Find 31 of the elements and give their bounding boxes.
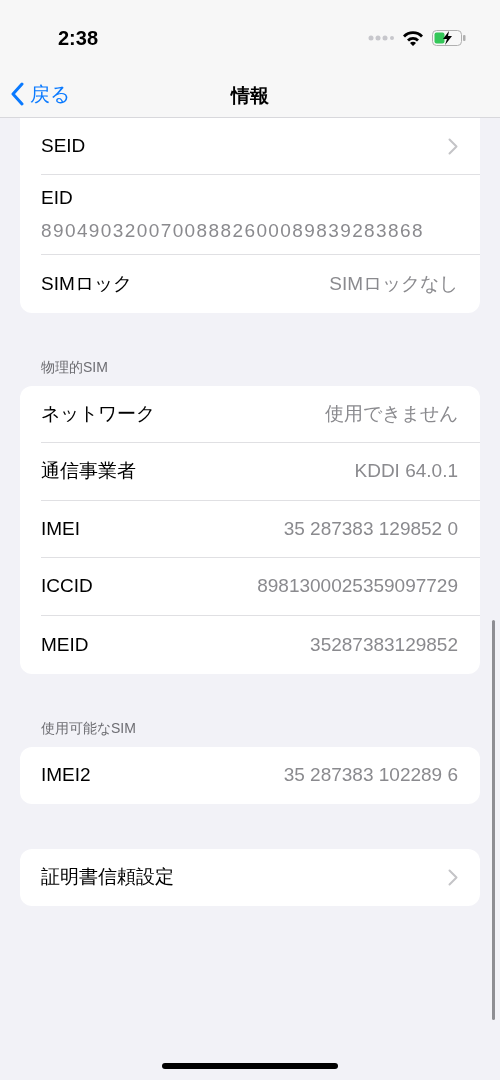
row-label: 証明書信頼設定 bbox=[41, 865, 174, 890]
row-value: 89049032007008882600089839283868 bbox=[41, 218, 425, 243]
row-value: KDDI 64.0.1 bbox=[354, 459, 458, 484]
section-header: 物理的SIM bbox=[40, 357, 109, 377]
row-label: IMEI bbox=[41, 516, 81, 541]
row-value: 35 287383 102289 6 bbox=[283, 763, 458, 788]
row-value: SIMロックなし bbox=[329, 271, 458, 296]
row-label: 通信事業者 bbox=[41, 459, 136, 484]
row-value: 35 287383 129852 0 bbox=[283, 516, 458, 541]
chevron-right-icon bbox=[448, 137, 458, 155]
row-label: ネットワーク bbox=[41, 401, 155, 426]
back-chevron-icon bbox=[10, 82, 24, 106]
row-label: IMEI2 bbox=[41, 763, 91, 788]
section-header: 使用可能なSIM bbox=[40, 718, 137, 738]
list-row[interactable]: SEID bbox=[41, 118, 480, 175]
row-value: 使用できません bbox=[325, 401, 458, 426]
back-button[interactable]: 戻る bbox=[10, 79, 70, 109]
row-value: 8981300025359097729 bbox=[257, 574, 458, 599]
list-row[interactable]: 証明書信頼設定 bbox=[41, 849, 480, 907]
nav-title: 情報 bbox=[231, 83, 269, 108]
row-label: SIMロック bbox=[41, 271, 132, 296]
row-label: MEID bbox=[41, 632, 89, 657]
battery-charging-icon bbox=[432, 29, 466, 46]
signal-icon bbox=[368, 34, 394, 41]
chevron-right-icon bbox=[448, 869, 458, 887]
wifi-icon bbox=[402, 29, 424, 46]
status-time: 2:38 bbox=[58, 25, 99, 51]
row-label: SEID bbox=[41, 133, 86, 158]
row-value: 35287383129852 bbox=[310, 632, 458, 657]
row-label: EID bbox=[41, 186, 74, 210]
row-label: ICCID bbox=[41, 574, 93, 599]
